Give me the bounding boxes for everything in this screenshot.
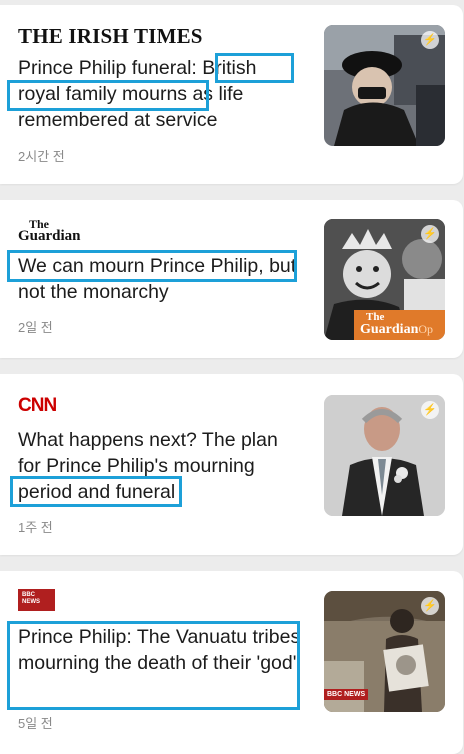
timestamp: 1주 전 xyxy=(18,520,53,535)
timestamp: 2시간 전 xyxy=(18,149,65,164)
news-card-cnn[interactable]: CNN What happens next? The plan for Prin… xyxy=(0,374,463,555)
source-logo-irish-times: THE IRISH TIMES xyxy=(18,24,203,48)
headline[interactable]: Prince Philip funeral: British royal fam… xyxy=(18,55,302,133)
headline[interactable]: We can mourn Prince Philip, but not the … xyxy=(18,253,302,305)
thumbnail-image[interactable]: ⚡ xyxy=(324,25,445,146)
thumbnail-image[interactable]: BBC NEWS ⚡ xyxy=(324,591,445,712)
bbc-news-badge: BBC NEWS xyxy=(324,689,369,700)
lightning-icon: ⚡ xyxy=(421,597,439,615)
headline[interactable]: What happens next? The plan for Prince P… xyxy=(18,427,302,505)
news-card-bbc[interactable]: BBC NEWS Prince Philip: The Vanuatu trib… xyxy=(0,571,463,754)
source-logo-cnn: CNN xyxy=(18,395,57,416)
news-card-guardian[interactable]: The Guardian We can mourn Prince Philip,… xyxy=(0,200,463,358)
source-logo-bbc-news: BBC NEWS xyxy=(18,589,55,611)
lightning-icon: ⚡ xyxy=(421,225,439,243)
source-logo-guardian: The Guardian xyxy=(18,218,81,244)
news-card-irish-times[interactable]: THE IRISH TIMES Prince Philip funeral: B… xyxy=(0,5,463,184)
thumbnail-image[interactable]: ⚡ xyxy=(324,395,445,516)
lightning-icon: ⚡ xyxy=(421,31,439,49)
timestamp: 5일 전 xyxy=(18,716,53,731)
guardian-logo-guardian: Guardian xyxy=(18,228,81,244)
guardian-opinion-badge: The GuardianOp xyxy=(360,311,434,337)
headline[interactable]: Prince Philip: The Vanuatu tribes mourni… xyxy=(18,624,302,676)
timestamp: 2일 전 xyxy=(18,320,53,335)
thumbnail-image[interactable]: The GuardianOp ⚡ xyxy=(324,219,445,340)
lightning-icon: ⚡ xyxy=(421,401,439,419)
